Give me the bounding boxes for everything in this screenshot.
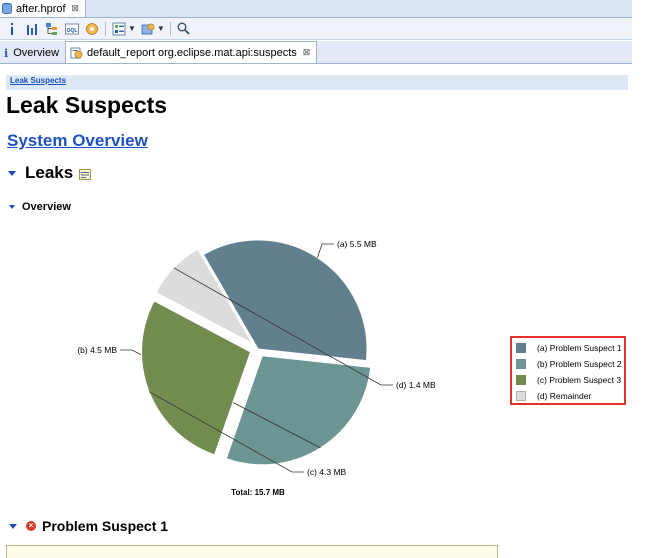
legend-label: (c) Problem Suspect 3 xyxy=(537,374,622,385)
close-icon[interactable]: ⊠ xyxy=(72,3,80,14)
chevron-down-icon[interactable]: ▼ xyxy=(128,24,136,33)
tab-default-report[interactable]: default_report org.eclipse.mat.api:suspe… xyxy=(65,41,318,63)
window-edge xyxy=(632,0,650,554)
pie-total-label: Total: 15.7 MB xyxy=(231,488,285,497)
svg-text:OQL: OQL xyxy=(67,28,78,34)
legend-swatch xyxy=(516,374,526,385)
chart-legend: (a) Problem Suspect 1 (b) Problem Suspect… xyxy=(510,336,626,405)
toolbar-separator xyxy=(105,21,106,36)
editor-tab-bar: after.hprof ⊠ xyxy=(0,0,632,18)
find-object-icon[interactable] xyxy=(140,21,156,37)
tab-default-report-label: default_report org.eclipse.mat.api:suspe… xyxy=(87,46,297,59)
tab-overview[interactable]: i Overview xyxy=(0,43,65,63)
search-icon[interactable] xyxy=(176,21,192,37)
legend-swatch xyxy=(516,390,526,401)
legend-label: (b) Problem Suspect 2 xyxy=(537,358,622,369)
info-icon: i xyxy=(4,46,9,60)
query-browser-icon[interactable] xyxy=(111,21,127,37)
problem-suspect-1-description xyxy=(6,545,498,558)
legend-item: (a) Problem Suspect 1 xyxy=(516,341,622,354)
report-content: Leak Suspects Leak Suspects System Overv… xyxy=(0,64,632,558)
histogram-icon[interactable] xyxy=(24,21,40,37)
editor-tab-after-hprof[interactable]: after.hprof ⊠ xyxy=(0,0,87,17)
legend-swatch xyxy=(516,358,526,369)
error-icon: × xyxy=(26,521,36,531)
heap-dump-icon xyxy=(2,3,12,14)
report-icon xyxy=(70,47,83,58)
heap-dump-overview-icon[interactable] xyxy=(84,21,100,37)
toolbar-separator xyxy=(169,21,171,36)
legend-swatch xyxy=(516,342,526,353)
toolbar: OQL ▼ ▼ xyxy=(0,18,632,40)
oql-icon[interactable]: OQL xyxy=(64,21,80,37)
chevron-down-icon[interactable]: ▼ xyxy=(157,24,165,33)
pie-slice-label: (d) 1.4 MB xyxy=(396,380,436,390)
pie-slice-label: (b) 4.5 MB xyxy=(77,345,117,355)
problem-suspect-1-header[interactable]: × Problem Suspect 1 xyxy=(9,518,168,534)
tab-overview-label: Overview xyxy=(13,47,60,59)
pie-slice-label: (c) 4.3 MB xyxy=(307,467,347,477)
legend-item: (d) Remainder xyxy=(516,389,591,402)
editor-tab-title: after.hprof xyxy=(16,2,66,15)
memory-analyzer-editor: after.hprof ⊠ OQL ▼ ▼ i Overview default… xyxy=(0,0,633,558)
chevron-down-icon[interactable] xyxy=(9,523,17,529)
dominator-tree-icon[interactable] xyxy=(44,21,60,37)
problem-suspect-heading: Problem Suspect 1 xyxy=(42,518,169,534)
legend-label: (d) Remainder xyxy=(537,390,592,401)
legend-item: (c) Problem Suspect 3 xyxy=(516,373,621,386)
report-tab-bar: i Overview default_report org.eclipse.ma… xyxy=(0,41,632,64)
leak-suspects-pie-chart: (a) 5.5 MB (b) 4.5 MB (c) 4.3 MB (d) 1.4 MB… xyxy=(77,239,436,497)
pie-slice-label: (a) 5.5 MB xyxy=(337,239,377,249)
close-icon[interactable]: ⊠ xyxy=(303,47,311,58)
legend-label: (a) Problem Suspect 1 xyxy=(537,342,622,353)
info-icon[interactable] xyxy=(4,21,20,37)
pie-leader-line xyxy=(317,243,334,258)
legend-item: (b) Problem Suspect 2 xyxy=(516,357,622,370)
